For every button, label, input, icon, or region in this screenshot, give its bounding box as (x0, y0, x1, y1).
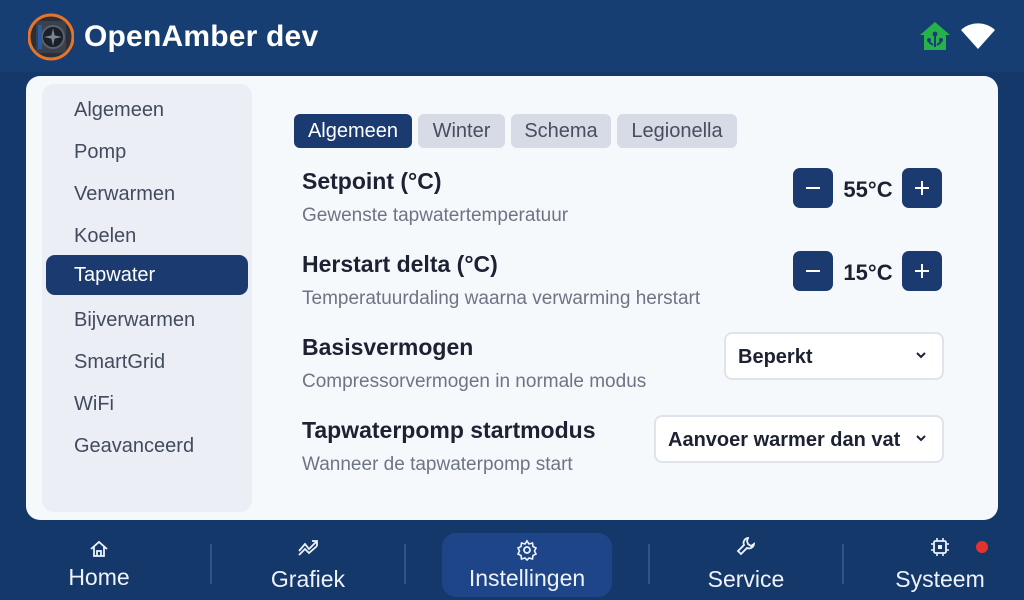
restart-delta-description: Temperatuurdaling waarna verwarming hers… (302, 288, 701, 309)
pump-start-description: Wanneer de tapwaterpomp start (302, 454, 573, 475)
heat-pump-logo (28, 13, 74, 61)
app-header: OpenAmber dev (0, 0, 1024, 72)
wifi-icon[interactable] (960, 20, 996, 50)
nav-label-systeem: Systeem (895, 566, 985, 592)
sidebar-item-bijverwarmen[interactable]: Bijverwarmen (46, 300, 248, 340)
nav-label-instellingen: Instellingen (468, 565, 586, 591)
home-automation-icon[interactable] (918, 20, 952, 52)
sidebar-item-smartgrid[interactable]: SmartGrid (46, 342, 248, 382)
chart-icon (298, 540, 318, 556)
bottom-nav: Home Grafiek Instellingen Service Systee… (0, 520, 1024, 600)
pump-start-select[interactable]: Aanvoer warmer dan vat (654, 415, 944, 463)
nav-label-grafiek: Grafiek (270, 566, 346, 592)
setpoint-description: Gewenste tapwatertemperatuur (302, 205, 569, 226)
tab-winter[interactable]: Winter (418, 114, 505, 148)
base-power-select[interactable]: Beperkt (724, 332, 944, 380)
nav-item-service[interactable]: Service (676, 520, 816, 600)
pump-start-title: Tapwaterpomp startmodus (302, 417, 596, 443)
nav-divider (210, 544, 212, 584)
chevron-down-icon (916, 435, 926, 442)
settings-sidebar: Algemeen Pomp Verwarmen Koelen Tapwater … (42, 84, 252, 512)
sidebar-item-wifi[interactable]: WiFi (46, 384, 248, 424)
sidebar-item-pomp[interactable]: Pomp (46, 132, 248, 172)
wrench-icon (736, 536, 756, 556)
setpoint-title: Setpoint (°C) (302, 168, 442, 194)
restart-delta-increase-button[interactable] (902, 251, 942, 291)
gear-icon (516, 539, 538, 561)
system-alert-dot (976, 541, 988, 553)
nav-divider (648, 544, 650, 584)
pump-start-selected: Aanvoer warmer dan vat (668, 429, 901, 451)
nav-item-home[interactable]: Home (30, 520, 168, 600)
setpoint-increase-button[interactable] (902, 168, 942, 208)
restart-delta-decrease-button[interactable] (793, 251, 833, 291)
settings-card: Algemeen Pomp Verwarmen Koelen Tapwater … (26, 76, 998, 520)
nav-label-home: Home (68, 564, 130, 590)
tab-schema[interactable]: Schema (511, 114, 611, 148)
setpoint-value: 55°C (843, 177, 893, 202)
base-power-title: Basisvermogen (302, 334, 474, 360)
sidebar-item-tapwater[interactable]: Tapwater (46, 255, 248, 295)
sidebar-item-verwarmen[interactable]: Verwarmen (46, 174, 248, 214)
nav-item-grafiek[interactable]: Grafiek (238, 520, 378, 600)
sidebar-item-koelen[interactable]: Koelen (46, 216, 248, 256)
tab-algemeen[interactable]: Algemeen (294, 114, 412, 148)
app-title: OpenAmber dev (84, 20, 319, 53)
home-icon (90, 540, 108, 557)
nav-divider (842, 544, 844, 584)
tab-legionella[interactable]: Legionella (617, 114, 737, 148)
chip-icon (931, 538, 949, 556)
base-power-selected: Beperkt (738, 346, 813, 368)
sidebar-item-geavanceerd[interactable]: Geavanceerd (46, 426, 248, 466)
restart-delta-value: 15°C (843, 260, 893, 285)
nav-item-instellingen[interactable]: Instellingen (442, 520, 612, 600)
chevron-down-icon (916, 352, 926, 359)
nav-item-systeem[interactable]: Systeem (870, 520, 1010, 600)
setpoint-decrease-button[interactable] (793, 168, 833, 208)
nav-divider (404, 544, 406, 584)
base-power-description: Compressorvermogen in normale modus (302, 371, 647, 392)
restart-delta-title: Herstart delta (°C) (302, 251, 498, 277)
sidebar-item-algemeen[interactable]: Algemeen (46, 90, 248, 130)
nav-label-service: Service (707, 566, 785, 592)
